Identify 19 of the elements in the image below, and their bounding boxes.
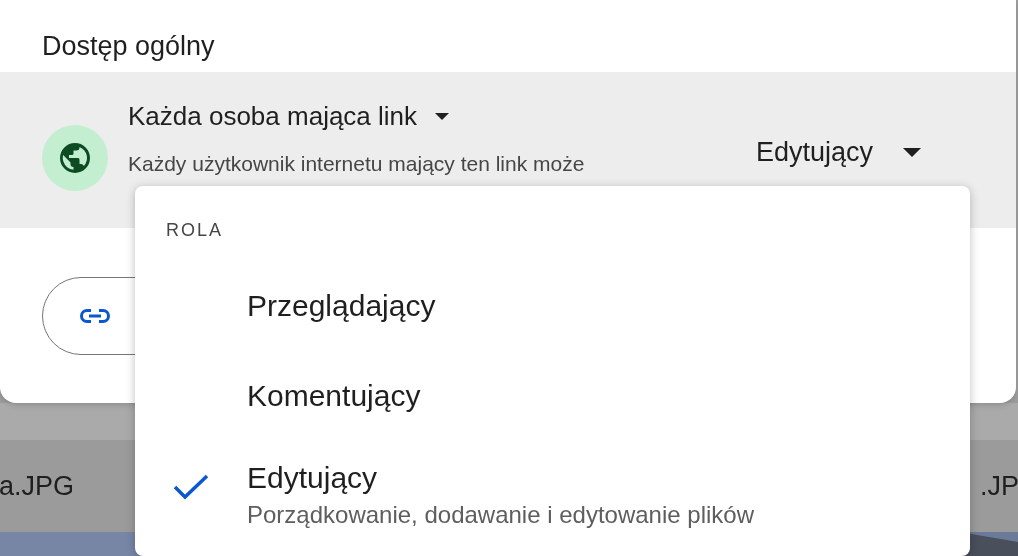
role-dropdown[interactable]: Edytujący (756, 132, 922, 173)
option-label: Komentujący (247, 378, 421, 414)
file-name: .JP (980, 469, 1018, 503)
link-icon (79, 308, 111, 324)
role-option[interactable]: Edytujący Porządkowanie, dodawanie i edytowanie plików (135, 436, 970, 536)
file-name: a.JPG (0, 469, 75, 503)
globe-icon (57, 140, 93, 176)
access-dropdown[interactable]: Każda osoba mająca link (128, 98, 585, 134)
option-label: Przeglądający (247, 288, 436, 324)
role-option[interactable]: Komentujący (135, 340, 970, 436)
role-option[interactable]: Przeglądający (135, 244, 970, 340)
section-title: Dostęp ogólny (42, 29, 215, 63)
caret-icon (435, 112, 450, 120)
option-label: Edytujący (247, 460, 379, 496)
menu-header: ROLA (166, 219, 224, 242)
access-description: Każdy użytkownik internetu mający ten link może (128, 151, 585, 177)
check-icon (173, 474, 209, 500)
caret-icon (903, 147, 922, 157)
option-description: Porządkowanie, dodawanie i edytowanie plików (247, 500, 754, 530)
